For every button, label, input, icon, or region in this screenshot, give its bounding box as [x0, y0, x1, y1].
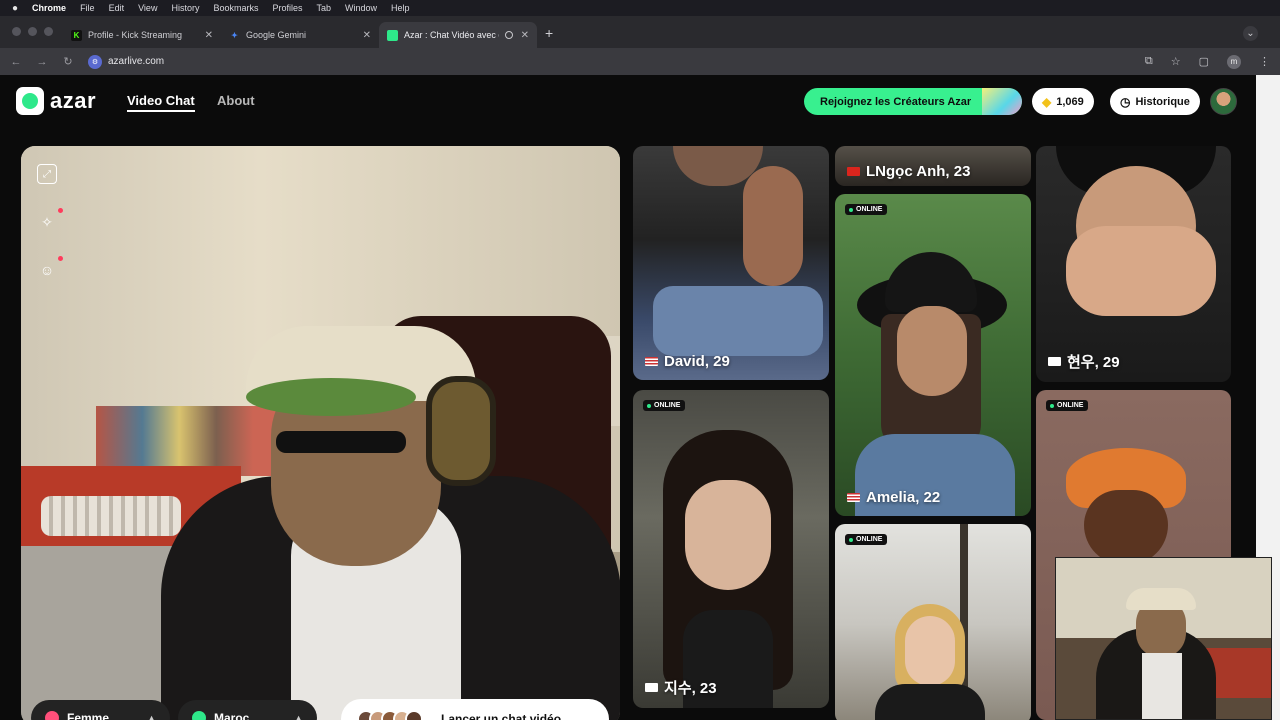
window-controls [0, 27, 63, 48]
gems-count: 1,069 [1056, 95, 1084, 108]
online-badge: ONLINE [845, 204, 888, 215]
history-button[interactable]: ◷ Historique [1110, 88, 1200, 115]
address-bar[interactable]: ⚙ azarlive.com [88, 54, 165, 69]
url-text: azarlive.com [108, 56, 165, 67]
gender-label: Femme [67, 711, 110, 720]
menu-bookmarks[interactable]: Bookmarks [213, 3, 258, 13]
magic-wand-icon[interactable]: ✧ [37, 208, 63, 232]
gemini-favicon-icon: ✦ [231, 30, 238, 40]
menu-file[interactable]: File [80, 3, 95, 13]
online-badge: ONLINE [845, 534, 888, 545]
fullscreen-icon[interactable]: ⤢ [37, 164, 57, 184]
azar-logo-icon [16, 87, 44, 115]
browser-toolbar: ← → ↻ ⚙ azarlive.com ⧉ ☆ ▢ m ⋮ [0, 48, 1280, 75]
zoom-window-button[interactable] [44, 27, 53, 36]
gems-balance[interactable]: ◆ 1,069 [1032, 88, 1094, 115]
logo-text: azar [50, 88, 97, 113]
close-tab-icon[interactable]: ✕ [205, 30, 213, 41]
reload-icon[interactable]: ↻ [62, 55, 74, 68]
kick-favicon-icon: K [71, 29, 82, 41]
profile-avatar[interactable]: m [1227, 54, 1241, 69]
face-filter-icon[interactable]: ☺ [37, 256, 63, 280]
start-video-chat-button[interactable]: Lancer un chat vidéo [341, 699, 609, 720]
globe-icon [192, 711, 206, 720]
os-menu-bar: ● Chrome File Edit View History Bookmark… [0, 0, 1280, 16]
menu-edit[interactable]: Edit [109, 3, 125, 13]
menu-view[interactable]: View [138, 3, 157, 13]
apple-icon[interactable]: ● [12, 3, 18, 14]
close-window-button[interactable] [12, 27, 21, 36]
profile-name: LNgọc Anh, 23 [847, 163, 970, 180]
close-tab-icon[interactable]: ✕ [521, 30, 529, 41]
kr-flag-icon [1048, 357, 1061, 366]
nav-about[interactable]: About [217, 93, 255, 108]
profile-card[interactable]: David, 29 [633, 146, 829, 380]
browser-tab-strip: K Profile - Kick Streaming ✕ ✦ Google Ge… [0, 16, 1280, 48]
profile-card[interactable]: ONLINE Amelia, 22 [835, 194, 1031, 516]
tab-kick[interactable]: K Profile - Kick Streaming ✕ [63, 22, 221, 48]
vn-flag-icon [847, 167, 860, 176]
headphones [426, 376, 496, 486]
online-badge: ONLINE [1046, 400, 1089, 411]
extensions-icon[interactable]: ▢ [1199, 55, 1209, 68]
chevron-up-icon: ▲ [147, 713, 156, 720]
install-app-icon[interactable]: ⧉ [1145, 55, 1153, 68]
start-video-chat-label: Lancer un chat vidéo [441, 712, 562, 720]
tab-title: Google Gemini [246, 30, 307, 40]
gender-icon [45, 711, 59, 720]
webcam-overlay [1055, 557, 1272, 720]
user-avatar[interactable] [1210, 88, 1237, 115]
tab-search-icon[interactable]: ⌄ [1243, 26, 1258, 41]
tab-gemini[interactable]: ✦ Google Gemini ✕ [221, 22, 379, 48]
profile-name: David, 29 [645, 353, 730, 370]
menu-window[interactable]: Window [345, 3, 377, 13]
azar-favicon-icon [387, 29, 398, 41]
site-info-icon[interactable]: ⚙ [88, 54, 102, 69]
forward-icon[interactable]: → [36, 56, 48, 68]
region-label: Maroc [214, 711, 250, 720]
local-video-feed: ⤢ ✧ ☺ [21, 146, 620, 720]
online-badge: ONLINE [643, 400, 686, 411]
chevron-up-icon: ▲ [294, 713, 303, 720]
menu-chrome[interactable]: Chrome [32, 3, 66, 13]
azar-logo[interactable]: azar [16, 87, 96, 115]
profile-name: Amelia, 22 [847, 489, 940, 506]
menu-tab[interactable]: Tab [317, 3, 332, 13]
close-tab-icon[interactable]: ✕ [363, 30, 371, 41]
profile-name: 현우, 29 [1048, 351, 1120, 372]
profile-card[interactable]: ONLINE [835, 524, 1031, 720]
bookmark-star-icon[interactable]: ☆ [1171, 55, 1181, 68]
back-icon[interactable]: ← [10, 56, 22, 68]
join-creators-label: Rejoignez les Créateurs Azar [820, 95, 972, 108]
user-faces-icon [351, 710, 423, 720]
gender-filter-select[interactable]: Femme ▲ [31, 700, 170, 720]
minimize-window-button[interactable] [28, 27, 37, 36]
kr-flag-icon [645, 683, 658, 692]
profile-card[interactable]: ONLINE 지수, 23 [633, 390, 829, 708]
clock-icon: ◷ [1120, 94, 1131, 109]
us-flag-icon [847, 493, 860, 502]
creators-decoration-icon [982, 88, 1022, 115]
gem-icon: ◆ [1042, 94, 1052, 109]
tab-azar[interactable]: Azar : Chat Vidéo avec de ✕ [379, 22, 537, 48]
menu-profiles[interactable]: Profiles [272, 3, 302, 13]
history-label: Historique [1135, 95, 1190, 108]
chrome-menu-icon[interactable]: ⋮ [1259, 55, 1270, 68]
menu-history[interactable]: History [171, 3, 199, 13]
region-filter-select[interactable]: Maroc ▲ [178, 700, 317, 720]
us-flag-icon [645, 357, 658, 366]
profile-name: 지수, 23 [645, 677, 717, 698]
nav-video-chat[interactable]: Video Chat [127, 93, 195, 112]
tab-title: Profile - Kick Streaming [88, 30, 183, 40]
recording-indicator-icon [504, 31, 513, 39]
video-toolbar: ⤢ ✧ ☺ [37, 164, 63, 280]
join-creators-button[interactable]: Rejoignez les Créateurs Azar [804, 88, 1022, 115]
tab-title: Azar : Chat Vidéo avec de [404, 30, 499, 40]
menu-help[interactable]: Help [391, 3, 410, 13]
new-tab-button[interactable]: + [537, 25, 563, 48]
profile-card[interactable]: LNgọc Anh, 23 [835, 146, 1031, 186]
profile-card[interactable]: 현우, 29 [1036, 146, 1231, 382]
